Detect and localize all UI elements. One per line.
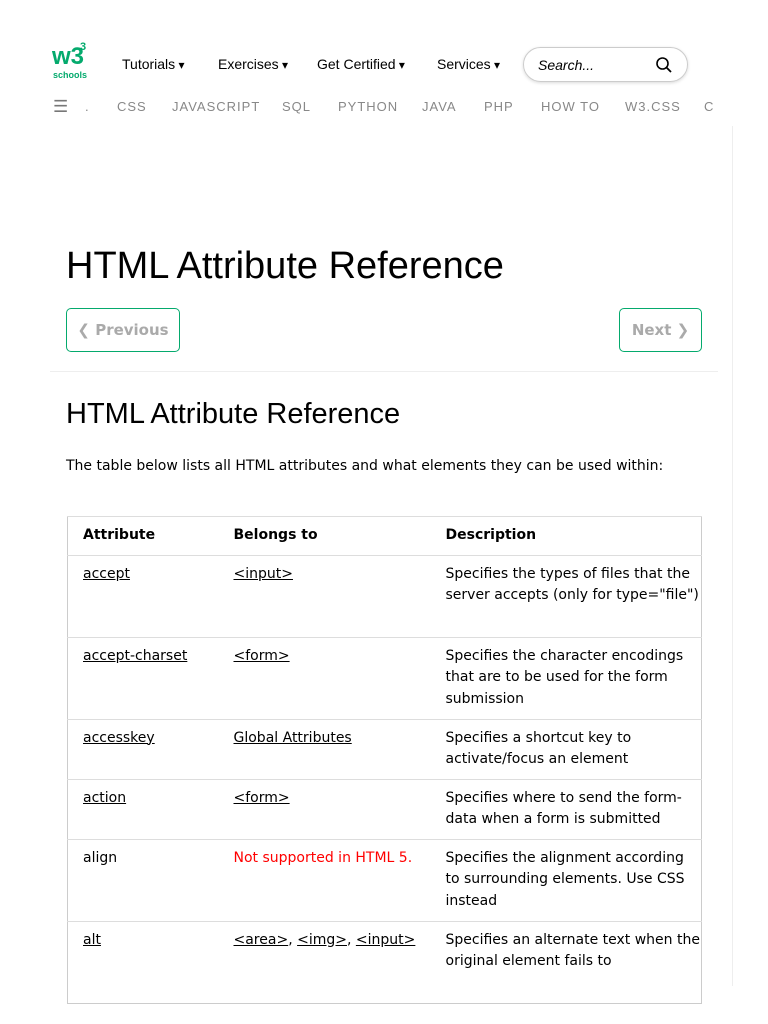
element-link[interactable]: <input> bbox=[234, 566, 293, 582]
table-header: Attribute Belongs to Description bbox=[67, 516, 702, 555]
menu-icon[interactable]: ☰ bbox=[53, 97, 69, 117]
description: Specifies the character encodings that a… bbox=[430, 636, 702, 719]
logo-sub: schools bbox=[53, 70, 88, 80]
table-row: accept <input> Specifies the types of file… bbox=[67, 554, 702, 637]
table-row: accesskey Global Attributes Specifies a sh… bbox=[67, 718, 702, 779]
divider bbox=[732, 126, 733, 986]
section-heading: HTML Attribute Reference bbox=[66, 398, 401, 430]
element-link[interactable]: <form> bbox=[234, 648, 290, 664]
attr-link[interactable]: accesskey bbox=[83, 730, 155, 746]
next-button[interactable]: Next ❯ bbox=[619, 308, 702, 352]
not-supported-note: Not supported in HTML 5. bbox=[218, 838, 431, 921]
attr-link[interactable]: action bbox=[83, 790, 126, 806]
subnav-java[interactable]: JAVA bbox=[422, 99, 457, 114]
table-row: accept-charset <form> Specifies the charac… bbox=[67, 636, 702, 719]
subnav-c[interactable]: C bbox=[704, 99, 714, 114]
element-link[interactable]: <img> bbox=[297, 932, 347, 948]
attr-name: align bbox=[67, 838, 219, 921]
header-belongs: Belongs to bbox=[218, 516, 431, 555]
page-title: HTML Attribute Reference bbox=[66, 245, 504, 287]
header-attribute: Attribute bbox=[67, 516, 219, 555]
element-link[interactable]: <input> bbox=[356, 932, 415, 948]
element-link[interactable]: <area> bbox=[234, 932, 289, 948]
subnav-css[interactable]: CSS bbox=[117, 99, 147, 114]
nav-tutorials[interactable]: Tutorials bbox=[122, 56, 185, 72]
table-row: align Not supported in HTML 5. Specifies t… bbox=[67, 838, 702, 921]
subnav-php[interactable]: PHP bbox=[484, 99, 514, 114]
subnav-python[interactable]: PYTHON bbox=[338, 99, 398, 114]
subnav-w3css[interactable]: W3.CSS bbox=[625, 99, 681, 114]
attr-link[interactable]: alt bbox=[83, 932, 101, 948]
subnav-javascript[interactable]: JAVASCRIPT bbox=[172, 99, 260, 114]
w3schools-logo[interactable]: w3 3 schools bbox=[52, 41, 92, 83]
attribute-table: Attribute Belongs to Description accept <… bbox=[67, 516, 702, 1004]
element-link[interactable]: Global Attributes bbox=[234, 730, 352, 746]
subnav-item[interactable]: . bbox=[85, 99, 90, 114]
subnav-howto[interactable]: HOW TO bbox=[541, 99, 600, 114]
description: Specifies an alternate text when the ori… bbox=[430, 920, 702, 1003]
description: Specifies a shortcut key to activate/foc… bbox=[430, 718, 702, 779]
table-row: alt <area>, <img>, <input> Specifies an al… bbox=[67, 920, 702, 1003]
search-placeholder: Search... bbox=[538, 56, 595, 73]
description: Specifies the alignment according to sur… bbox=[430, 838, 702, 921]
search-icon[interactable] bbox=[655, 56, 673, 74]
header-description: Description bbox=[430, 516, 702, 555]
separator: , bbox=[346, 931, 356, 948]
nav-exercises[interactable]: Exercises bbox=[218, 56, 288, 72]
nav-services[interactable]: Services bbox=[437, 56, 500, 72]
attr-link[interactable]: accept-charset bbox=[83, 648, 187, 664]
logo-sup: 3 bbox=[80, 41, 87, 53]
element-link[interactable]: <form> bbox=[234, 790, 290, 806]
intro-text: The table below lists all HTML attribute… bbox=[66, 458, 664, 474]
description: Specifies the types of files that the se… bbox=[430, 554, 702, 637]
table-row: action <form> Specifies where to send the … bbox=[67, 778, 702, 839]
divider bbox=[50, 371, 718, 372]
description: Specifies where to send the form-data wh… bbox=[430, 778, 702, 839]
nav-get-certified[interactable]: Get Certified bbox=[317, 56, 405, 72]
search-input[interactable]: Search... bbox=[523, 47, 688, 82]
previous-button[interactable]: ❮ Previous bbox=[66, 308, 180, 352]
attr-link[interactable]: accept bbox=[83, 566, 130, 582]
separator: , bbox=[288, 931, 298, 948]
subnav-sql[interactable]: SQL bbox=[282, 99, 311, 114]
